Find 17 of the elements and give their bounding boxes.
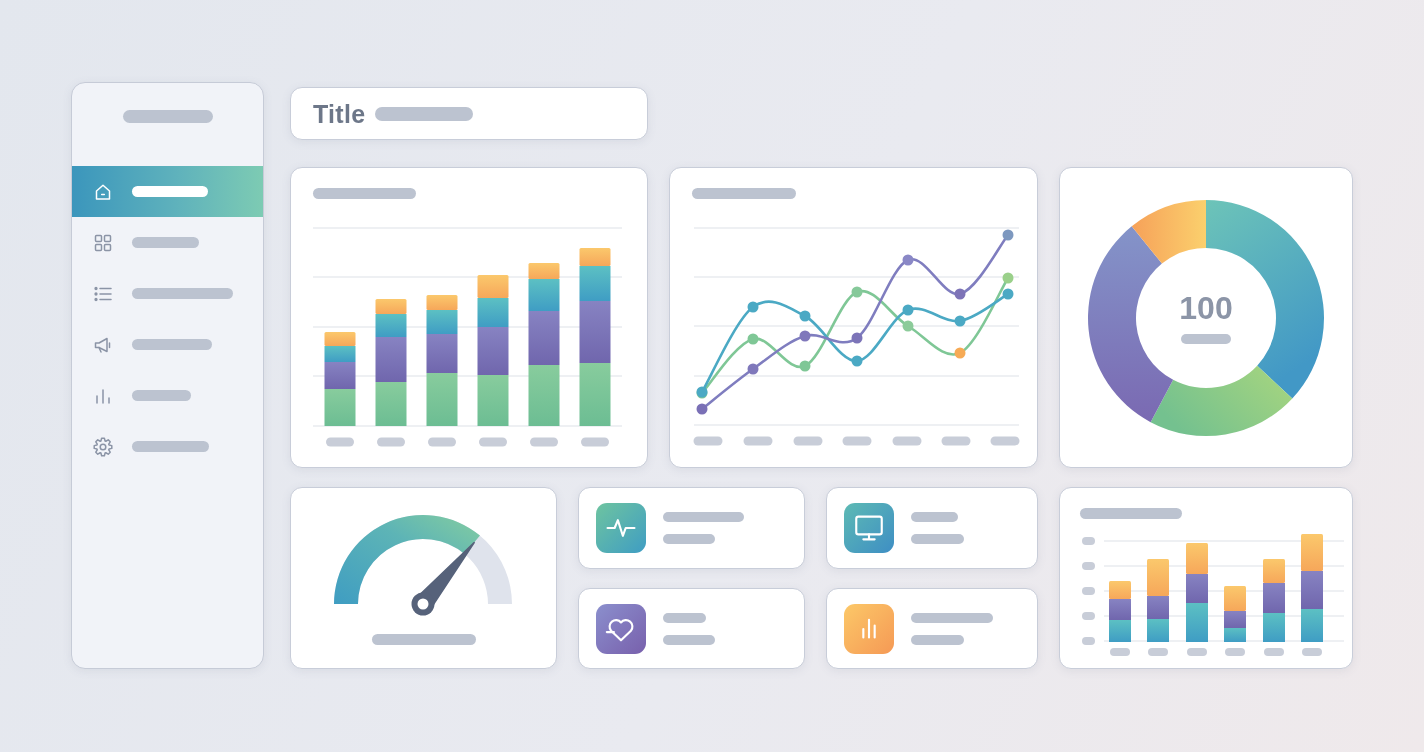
monitor-icon: [844, 503, 894, 553]
placeholder-line: [911, 512, 958, 522]
placeholder-line: [911, 534, 964, 544]
bar-chart-icon: [844, 603, 894, 654]
pulse-icon: [596, 503, 646, 553]
placeholder-line: [132, 237, 199, 248]
settings-icon: [93, 436, 113, 457]
page-title: Title: [313, 98, 366, 129]
placeholder-line: [911, 634, 964, 645]
placeholder-line: [663, 534, 715, 544]
placeholder-line: [663, 612, 706, 623]
placeholder-line: [663, 634, 715, 645]
placeholder-line: [132, 390, 191, 401]
sidebar-item[interactable]: [72, 166, 263, 217]
grid-icon: [93, 232, 113, 253]
placeholder-line: [1181, 333, 1231, 344]
donut-center-value: 100: [1179, 291, 1233, 324]
